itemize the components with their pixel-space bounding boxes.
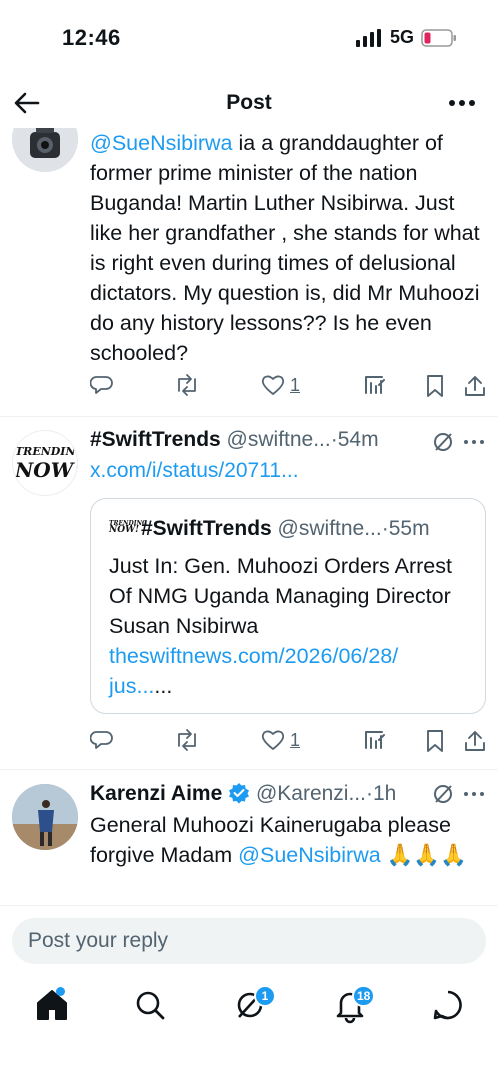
divider	[0, 769, 498, 770]
quoted-avatar: TRENDING NOW!	[109, 520, 148, 536]
reply-bar	[12, 918, 486, 964]
like-count: 1	[290, 730, 301, 750]
post-time: 54m	[337, 428, 379, 451]
verified-icon	[229, 783, 250, 804]
notifications-badge: 18	[352, 985, 376, 1007]
mention-link[interactable]: @SueNsibirwa	[90, 131, 233, 155]
divider	[0, 416, 498, 417]
post-actions: 1	[90, 373, 490, 403]
post-body: @SueNsibirwa ia a granddaughter of forme…	[90, 128, 486, 368]
repost-icon[interactable]	[174, 373, 200, 397]
quoted-link[interactable]: jus...	[109, 674, 154, 698]
grok-icon[interactable]	[431, 430, 455, 454]
quoted-author-name: #SwiftTrends	[141, 517, 272, 540]
quoted-link[interactable]: theswiftnews.com/2026/06/28/	[109, 644, 398, 668]
views-icon[interactable]	[362, 373, 388, 399]
post-body: General Muhoozi Kainerugaba please forgi…	[90, 810, 486, 870]
battery-icon	[421, 29, 456, 47]
author-name[interactable]: Karenzi Aime	[90, 782, 222, 805]
post-meta: Karenzi Aime @Karenzi...·1h	[90, 782, 396, 806]
views-icon[interactable]	[362, 728, 388, 754]
post-header: Post	[0, 80, 498, 128]
quoted-post-meta: TRENDING NOW!#SwiftTrends @swiftne...·55m	[109, 517, 430, 541]
post-time: 1h	[372, 782, 397, 805]
nav-messages[interactable]	[428, 985, 468, 1025]
signal-icon	[356, 29, 381, 47]
grok-badge: 1	[254, 985, 276, 1007]
post-text: ia a granddaughter of former prime minis…	[90, 131, 480, 365]
reply-icon[interactable]	[90, 373, 114, 397]
reply-input[interactable]	[12, 918, 486, 964]
quoted-author-handle: @swiftne...	[277, 517, 382, 540]
avatar[interactable]	[12, 784, 78, 850]
author-handle[interactable]: @swiftne...	[227, 428, 331, 451]
search-icon	[136, 991, 165, 1020]
share-icon[interactable]	[462, 728, 488, 754]
meta-separator: ·	[330, 428, 338, 451]
author-name[interactable]: #SwiftTrends	[90, 428, 221, 451]
status-bar: 12:46 5G	[0, 0, 498, 76]
like-icon[interactable]	[260, 373, 286, 397]
bookmark-icon[interactable]	[424, 728, 446, 754]
more-icon[interactable]	[462, 788, 486, 800]
more-icon[interactable]	[446, 90, 478, 116]
bookmark-icon[interactable]	[424, 373, 446, 399]
home-icon	[37, 990, 67, 1020]
status-time: 12:46	[62, 25, 121, 50]
post-actions: 1	[90, 728, 490, 758]
quoted-post-time: 55m	[388, 517, 430, 540]
page-title: Post	[226, 91, 272, 114]
unread-dot	[56, 987, 65, 996]
nav-search[interactable]	[130, 985, 170, 1025]
avatar-logo-text: NOW!	[15, 458, 78, 482]
nav-notifications[interactable]: 18	[330, 985, 376, 1025]
nav-grok[interactable]: 1	[230, 985, 276, 1025]
post-meta: #SwiftTrends @swiftne...·54m	[90, 428, 379, 452]
mention-link[interactable]: @SueNsibirwa	[238, 843, 381, 867]
meta-separator: ·	[365, 782, 373, 805]
share-icon[interactable]	[462, 373, 488, 399]
reply-icon[interactable]	[90, 728, 114, 752]
person-avatar-image	[12, 784, 78, 850]
author-handle[interactable]: @Karenzi...	[256, 782, 366, 805]
quoted-link-suffix: ...	[154, 674, 173, 698]
divider	[0, 905, 498, 906]
emoji-text: 🙏🙏🙏	[380, 843, 467, 867]
messages-icon	[433, 990, 462, 1020]
avatar[interactable]: TRENDING NOW!	[12, 430, 78, 496]
grok-icon[interactable]	[431, 782, 455, 806]
avatar-logo-text: TRENDING	[15, 445, 78, 458]
meta-separator: ·	[381, 517, 389, 540]
like-count: 1	[290, 375, 301, 395]
network-type: 5G	[390, 27, 415, 47]
more-icon[interactable]	[462, 436, 486, 448]
home-indicator	[163, 1062, 335, 1068]
quoted-post-text: Just In: Gen. Muhoozi Orders Arrest Of N…	[109, 554, 452, 698]
repost-icon[interactable]	[174, 728, 200, 752]
status-link[interactable]: x.com/i/status/20711...	[90, 459, 299, 483]
like-icon[interactable]	[260, 728, 286, 752]
bottom-nav: 1 18	[0, 975, 498, 1045]
nav-home[interactable]	[32, 985, 72, 1025]
quoted-post[interactable]: TRENDING NOW!#SwiftTrends @swiftne...·55m…	[90, 498, 486, 714]
